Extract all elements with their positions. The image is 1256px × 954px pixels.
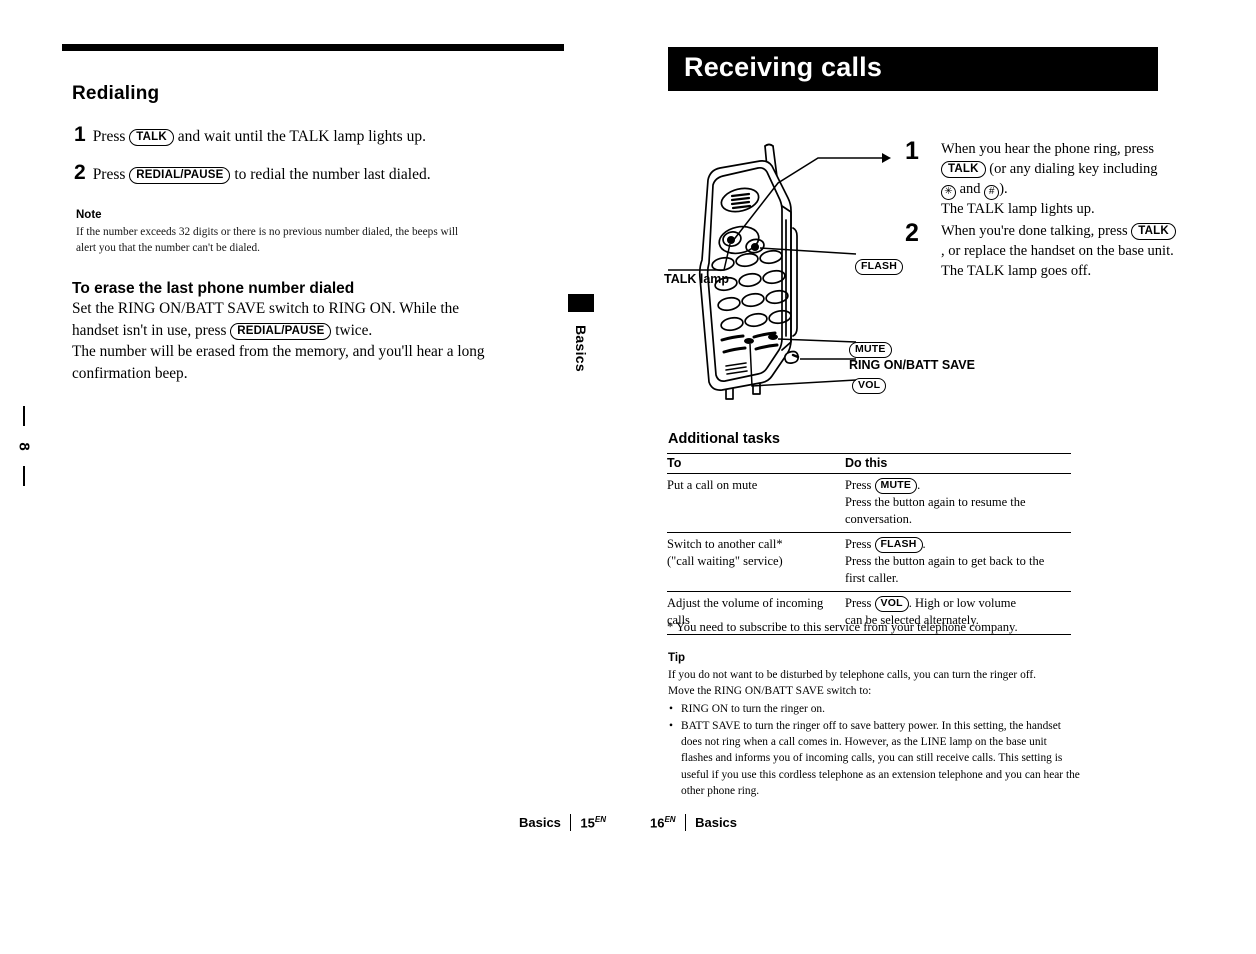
mute-do-extra: Press the button again to resume the con…	[845, 495, 1026, 526]
footer-right-label: Basics	[695, 815, 738, 830]
redial-pause-key-pill-2: REDIAL/PAUSE	[230, 322, 332, 340]
footer-right-page-sup: EN	[664, 814, 676, 824]
vol-key-pill: VOL	[852, 378, 887, 395]
vol-do-pre: Press	[845, 596, 872, 611]
step-2-text: Press REDIAL/PAUSE to redial the number …	[93, 165, 431, 185]
rstep-1-seg3: and	[959, 180, 981, 197]
step-1-number: 1	[74, 123, 86, 146]
flash-key-pill: FLASH	[855, 259, 903, 276]
footer-left-label: Basics	[518, 815, 561, 830]
mute-do-pre: Press	[845, 478, 872, 492]
callout-vol: VOL	[852, 378, 887, 395]
receiving-step-1-number: 1	[905, 137, 919, 165]
step-1: 1 Press TALK and wait until the TALK lam…	[74, 124, 426, 147]
tip-line-2: Move the RING ON/BATT SAVE switch to:	[668, 685, 872, 698]
step-2-number: 2	[74, 161, 86, 184]
table-row: Put a call on mute Press MUTE. Press the…	[667, 473, 1071, 534]
flash-do-post: .	[922, 537, 926, 552]
manual-spread: Redialing 1 Press TALK and wait until th…	[0, 0, 1256, 954]
erase-section-body: Set the RING ON/BATT SAVE switch to RING…	[72, 298, 492, 384]
rstep-1-seg5: The TALK lamp lights up.	[941, 200, 1095, 217]
rstep-2-seg1: When you're done talking, press	[941, 223, 1128, 239]
left-page-number: 8	[15, 441, 33, 451]
vol-do-post: . High or low volume	[908, 596, 1017, 611]
tip-bullet-ring-on: RING ON to turn the ringer on.	[668, 701, 1080, 718]
thumb-tab-label: Basics	[573, 325, 589, 372]
tip-line-1: If you do not want to be disturbed by te…	[668, 669, 1036, 681]
footer-right-page-num: 16	[650, 815, 665, 831]
mute-key-pill-table: MUTE	[874, 478, 918, 495]
task-do-switch: Press FLASH. Press the button again to g…	[845, 532, 1071, 593]
tip-bullet-list: RING ON to turn the ringer on. BATT SAVE…	[668, 701, 1080, 800]
receiving-step-2-text: When you're done talking, press TALK, or…	[941, 222, 1176, 282]
redial-pause-key-pill: REDIAL/PAUSE	[129, 167, 231, 185]
task-to-mute: Put a call on mute	[667, 473, 845, 534]
switch-to-line2: ("call waiting" service)	[667, 553, 783, 568]
flash-do-pre: Press	[845, 537, 872, 552]
rstep-2-seg2: , or replace the handset on the base uni…	[941, 242, 1174, 259]
asterisk-key-icon: ✳	[941, 184, 956, 200]
footer-right-page: 16EN	[641, 815, 685, 830]
rstep-1-seg2: (or any dialing key including	[989, 160, 1158, 177]
rstep-1-seg4: ).	[999, 180, 1008, 197]
receiving-step-1: 1 When you hear the phone ring, press TA…	[905, 137, 1176, 220]
step-2: 2 Press REDIAL/PAUSE to redial the numbe…	[74, 162, 431, 185]
page-footer: Basics 15EN 16EN Basics	[0, 814, 1256, 831]
thumb-tab-block	[568, 294, 594, 312]
erase-line2: The number will be erased from the memor…	[72, 343, 485, 382]
switch-to-line1: Switch to another call*	[667, 537, 783, 552]
step-1-post: and wait until the TALK lamp lights up.	[177, 128, 426, 145]
rstep-2-seg5: The TALK lamp goes off.	[941, 262, 1092, 279]
column-header-to: To	[667, 453, 845, 474]
task-do-mute: Press MUTE. Press the button again to re…	[845, 473, 1071, 534]
flash-key-pill-table: FLASH	[874, 537, 923, 554]
rstep-1-seg1: When you hear the phone ring, press	[941, 141, 1155, 157]
table-header-row: To Do this	[667, 453, 1071, 474]
callout-talk-lamp: TALK lamp	[664, 272, 730, 286]
left-page-number-marker: 8	[10, 406, 38, 486]
footer-left-page: 15EN	[571, 815, 615, 830]
receiving-step-2: 2 When you're done talking, press TALK, …	[905, 219, 1176, 282]
callout-mute: MUTE	[849, 342, 892, 359]
receiving-step-1-text: When you hear the phone ring, press TALK…	[941, 140, 1176, 220]
callout-ring-on-batt-save: RING ON/BATT SAVE	[849, 358, 975, 372]
receiving-step-2-number: 2	[905, 219, 919, 247]
erase-section-heading: To erase the last phone number dialed	[72, 280, 355, 297]
pound-key-icon: #	[984, 184, 1000, 200]
note-heading: Note	[76, 209, 102, 221]
erase-line1-post: twice.	[335, 321, 373, 339]
table-footnote: * You need to subscribe to this service …	[667, 620, 1018, 634]
mute-do-post: .	[917, 478, 921, 492]
receiving-calls-title: Receiving calls	[684, 52, 883, 82]
tip-body: If you do not want to be disturbed by te…	[668, 667, 1080, 799]
marker-tick-top	[23, 406, 25, 426]
callout-flash: FLASH	[855, 259, 903, 276]
page-title-redialing: Redialing	[72, 83, 160, 104]
talk-key-pill: TALK	[129, 129, 174, 147]
column-header-do-this: Do this	[845, 453, 1071, 474]
step-1-text: Press TALK and wait until the TALK lamp …	[93, 127, 426, 147]
step-1-pre: Press	[92, 128, 126, 145]
thumb-tab-basics: Basics	[566, 294, 596, 372]
vol-key-pill-table: VOL	[874, 596, 909, 613]
step-2-post: to redial the number last dialed.	[234, 166, 431, 183]
additional-tasks-heading: Additional tasks	[668, 431, 780, 447]
talk-key-pill-r2: TALK	[1131, 223, 1176, 241]
flash-do-extra: Press the button again to get back to th…	[845, 554, 1045, 585]
table-row: Switch to another call* ("call waiting" …	[667, 532, 1071, 593]
tip-heading: Tip	[668, 652, 686, 664]
left-page-top-rule	[62, 44, 564, 51]
marker-tick-bottom	[23, 466, 25, 486]
mute-key-pill: MUTE	[849, 342, 892, 359]
footer-left-page-num: 15	[580, 815, 595, 831]
additional-tasks-table: To Do this Put a call on mute Press MUTE…	[667, 453, 1071, 635]
note-body: If the number exceeds 32 digits or there…	[76, 226, 459, 255]
step-2-pre: Press	[92, 166, 126, 183]
task-to-switch: Switch to another call* ("call waiting" …	[667, 532, 845, 593]
footer-left-page-sup: EN	[594, 814, 606, 824]
tip-bullet-batt-save: BATT SAVE to turn the ringer off to save…	[668, 718, 1080, 799]
talk-key-pill-r1: TALK	[941, 160, 986, 179]
